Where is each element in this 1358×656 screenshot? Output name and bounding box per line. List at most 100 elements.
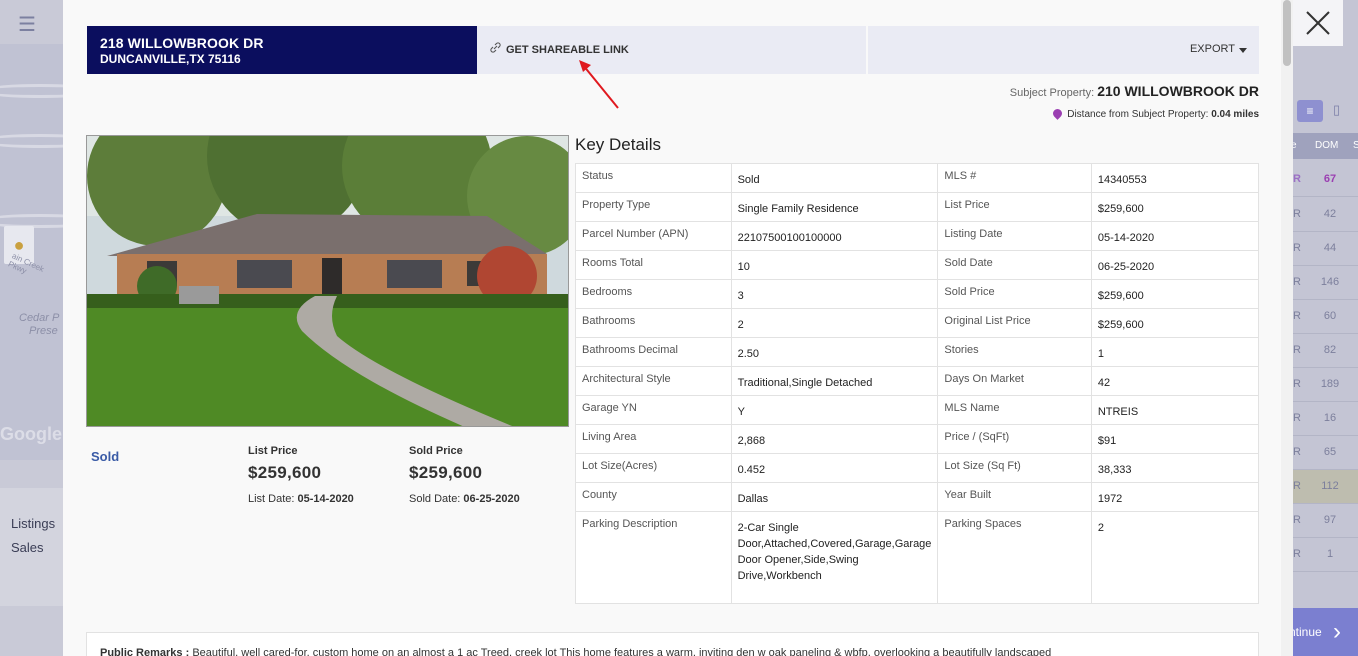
table-row: Bedrooms 3 Sold Price $259,600 bbox=[575, 279, 1260, 309]
detail-value: 06-25-2020 bbox=[1090, 250, 1260, 280]
table-row[interactable]: R 82 bbox=[1293, 334, 1358, 368]
scrollbar-thumb[interactable] bbox=[1283, 0, 1291, 66]
detail-label: MLS # bbox=[937, 163, 1092, 193]
map-place-label-2: Prese bbox=[29, 325, 58, 337]
sold-date: Sold Date: 06-25-2020 bbox=[409, 493, 520, 505]
address-line2: DUNCANVILLE,TX 75116 bbox=[100, 52, 241, 66]
caret-down-icon bbox=[1239, 48, 1247, 53]
detail-value: Single Family Residence bbox=[730, 192, 939, 222]
background-map[interactable]: ● ain Creek Pkwy Cedar P Prese bbox=[0, 44, 63, 460]
detail-value: 14340553 bbox=[1090, 163, 1260, 193]
detail-label: Parcel Number (APN) bbox=[575, 221, 732, 251]
detail-value: 2.50 bbox=[730, 337, 939, 367]
property-address-box: 218 WILLOWBROOK DR DUNCANVILLE,TX 75116 bbox=[87, 26, 477, 74]
detail-value: $259,600 bbox=[1090, 192, 1260, 222]
table-header: e DOM S bbox=[1291, 133, 1358, 159]
dom-column-header[interactable]: DOM bbox=[1315, 140, 1338, 151]
detail-label: Price / (SqFt) bbox=[937, 424, 1092, 454]
table-row[interactable]: R 189 bbox=[1293, 368, 1358, 402]
table-row: Garage YN Y MLS Name NTREIS bbox=[575, 395, 1260, 425]
detail-value: 38,333 bbox=[1090, 453, 1260, 483]
map-view-icon[interactable]: ▯ bbox=[1333, 102, 1340, 118]
hamburger-menu-icon[interactable]: ☰ bbox=[18, 12, 36, 37]
detail-value: Dallas bbox=[730, 482, 939, 512]
table-row[interactable]: R 42 bbox=[1293, 198, 1358, 232]
table-row[interactable]: R 16 bbox=[1293, 402, 1358, 436]
detail-value: 1 bbox=[1090, 337, 1260, 367]
table-row: County Dallas Year Built 1972 bbox=[575, 482, 1260, 512]
detail-value: Sold bbox=[730, 163, 939, 193]
subject-prefix: Subject Property: bbox=[1009, 87, 1098, 99]
table-row[interactable]: R 112 bbox=[1293, 470, 1358, 504]
annotation-arrow-icon bbox=[579, 60, 619, 109]
detail-value: $259,600 bbox=[1090, 308, 1260, 338]
list-price-column: List Price $259,600 List Date: 05-14-202… bbox=[248, 445, 354, 505]
detail-label: Stories bbox=[937, 337, 1092, 367]
detail-label: Bedrooms bbox=[575, 279, 732, 309]
detail-value: 1972 bbox=[1090, 482, 1260, 512]
export-dropdown[interactable]: EXPORT bbox=[868, 26, 1259, 74]
property-photo[interactable] bbox=[86, 135, 569, 427]
close-modal-button[interactable] bbox=[1293, 0, 1343, 46]
table-row[interactable]: R 65 bbox=[1293, 436, 1358, 470]
close-icon bbox=[1306, 11, 1330, 35]
detail-value: 2,868 bbox=[730, 424, 939, 454]
detail-label: Property Type bbox=[575, 192, 732, 222]
table-row: Bathrooms 2 Original List Price $259,600 bbox=[575, 308, 1260, 338]
subject-property: Subject Property: 210 WILLOWBROOK DR bbox=[1010, 83, 1259, 99]
detail-value: 05-14-2020 bbox=[1090, 221, 1260, 251]
map-place-label: Cedar P bbox=[19, 312, 60, 324]
detail-value: $259,600 bbox=[1090, 279, 1260, 309]
detail-label: Bathrooms Decimal bbox=[575, 337, 732, 367]
detail-label: Garage YN bbox=[575, 395, 732, 425]
detail-value: NTREIS bbox=[1090, 395, 1260, 425]
table-row[interactable]: R1 bbox=[1293, 538, 1358, 572]
detail-label: Sold Price bbox=[937, 279, 1092, 309]
detail-value: 2-Car Single Door,Attached,Covered,Garag… bbox=[730, 511, 939, 604]
detail-label: Original List Price bbox=[937, 308, 1092, 338]
detail-value: Traditional,Single Detached bbox=[730, 366, 939, 396]
sold-price-column: Sold Price $259,600 Sold Date: 06-25-202… bbox=[409, 445, 520, 505]
table-row: Property Type Single Family Residence List… bbox=[575, 192, 1260, 222]
background-right-table: ≡ ▯ e DOM S R 67 R 42 R 44 R 146 R 60 R 82 R 18… bbox=[1289, 0, 1358, 656]
detail-label: Days On Market bbox=[937, 366, 1092, 396]
table-row: Lot Size(Acres) 0.452 Lot Size (Sq Ft) 38,3… bbox=[575, 453, 1260, 483]
table-row[interactable]: R 44 bbox=[1293, 232, 1358, 266]
detail-value: 3 bbox=[730, 279, 939, 309]
detail-value: 22107500100100000 bbox=[730, 221, 939, 251]
detail-label: Parking Spaces bbox=[937, 511, 1092, 604]
detail-label: Lot Size(Acres) bbox=[575, 453, 732, 483]
public-remarks: Public Remarks : Beautiful, well cared-f… bbox=[86, 632, 1259, 656]
table-row[interactable]: R 67 bbox=[1293, 163, 1358, 197]
subject-address: 210 WILLOWBROOK DR bbox=[1097, 83, 1259, 99]
detail-label: Living Area bbox=[575, 424, 732, 454]
detail-value: 2 bbox=[1090, 511, 1260, 604]
detail-value: Y bbox=[730, 395, 939, 425]
link-icon bbox=[489, 42, 503, 56]
key-details-title: Key Details bbox=[575, 135, 661, 154]
share-label: GET SHAREABLE LINK bbox=[506, 44, 629, 56]
detail-label: Lot Size (Sq Ft) bbox=[937, 453, 1092, 483]
get-shareable-link-button[interactable]: GET SHAREABLE LINK bbox=[477, 26, 866, 74]
continue-button[interactable]: ntinue › bbox=[1289, 608, 1358, 656]
table-row: Status Sold MLS #14340553 bbox=[575, 163, 1260, 193]
map-street-label: ain Creek Pkwy bbox=[6, 251, 46, 276]
modal-header: 218 WILLOWBROOK DR DUNCANVILLE,TX 75116 … bbox=[87, 26, 1259, 74]
table-row: Architectural Style Traditional,Single De… bbox=[575, 366, 1260, 396]
detail-label: Bathrooms bbox=[575, 308, 732, 338]
detail-value: $91 bbox=[1090, 424, 1260, 454]
table-row[interactable]: R 146 bbox=[1293, 266, 1358, 300]
status-label: Sold bbox=[91, 449, 120, 464]
detail-label: MLS Name bbox=[937, 395, 1092, 425]
list-view-icon[interactable]: ≡ bbox=[1297, 100, 1323, 122]
modal-scrollbar[interactable] bbox=[1281, 0, 1293, 656]
table-row[interactable]: R 60 bbox=[1293, 300, 1358, 334]
list-date: List Date: 05-14-2020 bbox=[248, 493, 354, 505]
detail-label: Sold Date bbox=[937, 250, 1092, 280]
table-row[interactable]: R 97 bbox=[1293, 504, 1358, 538]
detail-label: Rooms Total bbox=[575, 250, 732, 280]
background-left-panel: ☰ ● ain Creek Pkwy Cedar P Prese Google … bbox=[0, 0, 63, 656]
nav-item-listings[interactable]: Listings bbox=[11, 516, 55, 531]
distance-prefix: Distance from Subject Property: bbox=[1067, 109, 1212, 120]
nav-item-sales[interactable]: Sales bbox=[11, 540, 44, 555]
